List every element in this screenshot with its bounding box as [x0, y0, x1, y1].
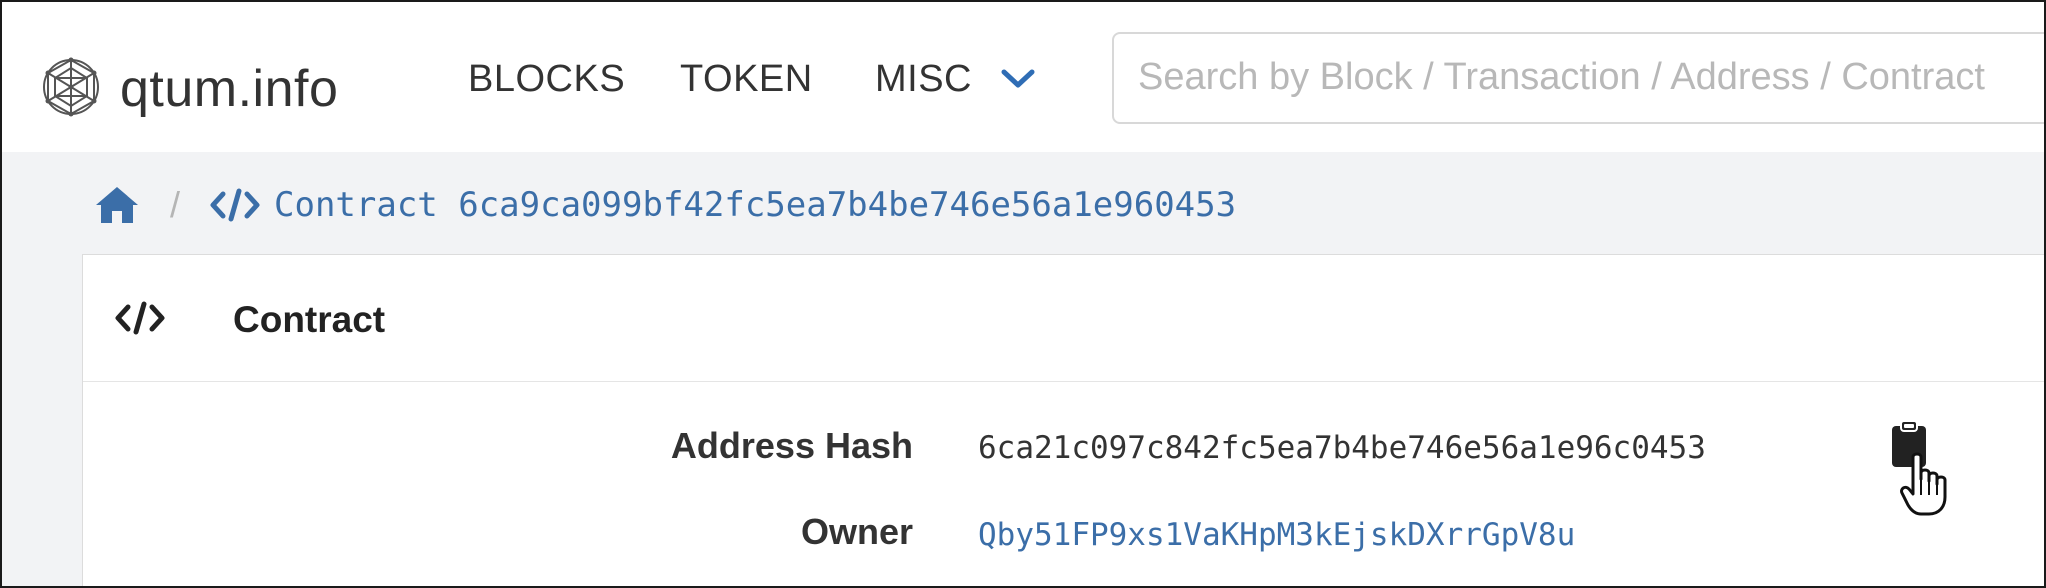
home-icon[interactable] — [94, 184, 140, 226]
address-hash-label: Address Hash — [670, 425, 913, 466]
code-icon — [210, 188, 274, 222]
search-input[interactable] — [1114, 34, 2044, 120]
card-title: Contract — [233, 299, 386, 340]
owner-address-link[interactable]: Qby51FP9xs1VaKHpM3kEjskDXrrGpV8u — [978, 517, 1575, 553]
contract-card: Contract Address Hash 6ca21c097c842fc5ea… — [82, 254, 2044, 586]
owner-label: Owner — [800, 511, 913, 552]
code-icon — [115, 301, 165, 335]
nav-blocks[interactable]: BLOCKS — [468, 58, 625, 101]
nav-misc-dropdown[interactable]: MISC — [875, 58, 1036, 101]
card-header: Contract — [83, 255, 2044, 382]
breadcrumb: / Contract 6ca9ca099bf42fc5ea7b4be746e56… — [94, 180, 1236, 230]
browser-viewport: qtum.info BLOCKS TOKEN MISC / — [0, 0, 2046, 588]
address-hash-value: 6ca21c097c842fc5ea7b4be746e56a1e96c0453 — [978, 430, 1706, 466]
hand-pointer-icon — [1899, 451, 1951, 517]
qtum-globe-icon — [40, 56, 102, 123]
main-content: / Contract 6ca9ca099bf42fc5ea7b4be746e56… — [2, 152, 2044, 586]
chevron-down-icon — [972, 58, 1036, 101]
search-box — [1112, 32, 2044, 124]
breadcrumb-separator: / — [170, 184, 181, 225]
top-navbar: qtum.info BLOCKS TOKEN MISC — [2, 2, 2044, 152]
brand-name: qtum.info — [120, 60, 339, 118]
nav-token[interactable]: TOKEN — [680, 58, 813, 101]
breadcrumb-contract-link[interactable]: Contract 6ca9ca099bf42fc5ea7b4be746e56a1… — [274, 185, 1236, 225]
nav-misc-label: MISC — [875, 58, 972, 100]
brand-logo[interactable]: qtum.info — [40, 54, 338, 124]
